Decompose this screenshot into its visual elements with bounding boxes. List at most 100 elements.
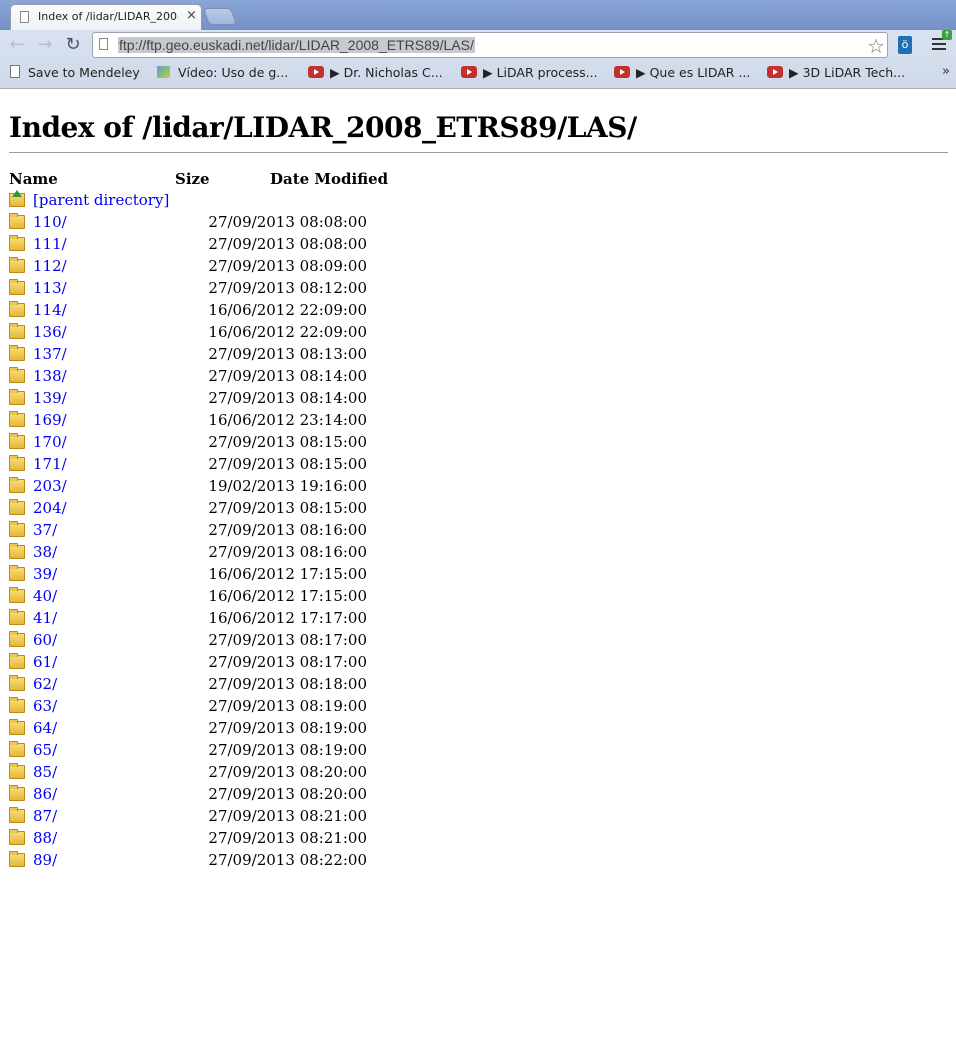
folder-link[interactable]: 38/ bbox=[33, 543, 57, 561]
date-modified: 27/09/2013 08:17:00 bbox=[208, 631, 367, 649]
tab-strip: Index of /lidar/LIDAR_2008_ETRS89/LAS/ × bbox=[0, 0, 956, 30]
page-icon bbox=[99, 38, 108, 50]
folder-link[interactable]: 114/ bbox=[33, 301, 67, 319]
date-modified: 27/09/2013 08:16:00 bbox=[208, 521, 367, 539]
toolbar: ← → ↻ ftp://ftp.geo.euskadi.net/lidar/LI… bbox=[0, 30, 956, 60]
page-content: Index of /lidar/LIDAR_2008_ETRS89/LAS/ N… bbox=[0, 89, 956, 1041]
folder-icon bbox=[9, 763, 25, 779]
listing-row: 113/27/09/2013 08:12:00 bbox=[9, 278, 369, 300]
listing-row: 204/27/09/2013 08:15:00 bbox=[9, 498, 369, 520]
forward-button[interactable]: → bbox=[34, 34, 56, 56]
folder-link[interactable]: 203/ bbox=[33, 477, 67, 495]
folder-link[interactable]: 204/ bbox=[33, 499, 67, 517]
folder-link[interactable]: 86/ bbox=[33, 785, 57, 803]
folder-link[interactable]: 139/ bbox=[33, 389, 67, 407]
bookmark-item[interactable]: ▶ Dr. Nicholas C... bbox=[308, 65, 443, 80]
date-modified: 27/09/2013 08:21:00 bbox=[208, 807, 367, 825]
folder-icon bbox=[9, 301, 25, 317]
bookmark-item[interactable]: Save to Mendeley bbox=[10, 65, 140, 80]
folder-link[interactable]: 88/ bbox=[33, 829, 57, 847]
folder-link[interactable]: 169/ bbox=[33, 411, 67, 429]
date-modified: 19/02/2013 19:16:00 bbox=[208, 477, 367, 495]
listing-row: 86/27/09/2013 08:20:00 bbox=[9, 784, 369, 806]
more-bookmarks-button[interactable]: » bbox=[942, 64, 950, 79]
folder-icon bbox=[9, 741, 25, 757]
date-modified: 16/06/2012 17:17:00 bbox=[208, 609, 367, 627]
folder-link[interactable]: 110/ bbox=[33, 213, 67, 231]
folder-icon bbox=[9, 675, 25, 691]
listing-row: 139/27/09/2013 08:14:00 bbox=[9, 388, 369, 410]
folder-link[interactable]: 60/ bbox=[33, 631, 57, 649]
back-button[interactable]: ← bbox=[6, 34, 28, 56]
folder-link[interactable]: 65/ bbox=[33, 741, 57, 759]
reload-button[interactable]: ↻ bbox=[62, 34, 84, 56]
listing-row: 112/27/09/2013 08:09:00 bbox=[9, 256, 369, 278]
folder-icon bbox=[9, 785, 25, 801]
listing-row: 85/27/09/2013 08:20:00 bbox=[9, 762, 369, 784]
folder-link[interactable]: 41/ bbox=[33, 609, 57, 627]
column-header-size: Size bbox=[175, 170, 210, 188]
folder-link[interactable]: 64/ bbox=[33, 719, 57, 737]
tab-active[interactable]: Index of /lidar/LIDAR_2008_ETRS89/LAS/ × bbox=[10, 4, 202, 30]
folder-link[interactable]: 170/ bbox=[33, 433, 67, 451]
date-modified: 16/06/2012 23:14:00 bbox=[208, 411, 367, 429]
bookmark-item[interactable]: Vídeo: Uso de g... bbox=[157, 65, 288, 80]
listing-row: 111/27/09/2013 08:08:00 bbox=[9, 234, 369, 256]
folder-link[interactable]: 137/ bbox=[33, 345, 67, 363]
folder-icon bbox=[9, 345, 25, 361]
folder-icon bbox=[9, 807, 25, 823]
date-modified: 27/09/2013 08:19:00 bbox=[208, 719, 367, 737]
bookmark-item[interactable]: ▶ 3D LiDAR Tech... bbox=[767, 65, 905, 80]
menu-icon[interactable] bbox=[932, 38, 946, 52]
page-title: Index of /lidar/LIDAR_2008_ETRS89/LAS/ bbox=[9, 111, 637, 144]
folder-link[interactable]: 39/ bbox=[33, 565, 57, 583]
folder-link[interactable]: 87/ bbox=[33, 807, 57, 825]
folder-link[interactable]: 37/ bbox=[33, 521, 57, 539]
folder-link[interactable]: 63/ bbox=[33, 697, 57, 715]
listing-row: 114/16/06/2012 22:09:00 bbox=[9, 300, 369, 322]
folder-link[interactable]: 138/ bbox=[33, 367, 67, 385]
bookmark-item[interactable]: ▶ Que es LIDAR ... bbox=[614, 65, 750, 80]
date-modified: 16/06/2012 17:15:00 bbox=[208, 565, 367, 583]
folder-link[interactable]: 89/ bbox=[33, 851, 57, 869]
folder-link[interactable]: 136/ bbox=[33, 323, 67, 341]
folder-icon bbox=[9, 565, 25, 581]
date-modified: 27/09/2013 08:17:00 bbox=[208, 653, 367, 671]
youtube-icon bbox=[461, 66, 477, 78]
folder-link[interactable]: 61/ bbox=[33, 653, 57, 671]
youtube-icon bbox=[614, 66, 630, 78]
new-tab-button[interactable] bbox=[202, 8, 238, 25]
address-bar[interactable]: ftp://ftp.geo.euskadi.net/lidar/LIDAR_20… bbox=[92, 32, 888, 58]
date-modified: 27/09/2013 08:18:00 bbox=[208, 675, 367, 693]
close-icon[interactable]: × bbox=[186, 8, 197, 23]
folder-icon bbox=[9, 609, 25, 625]
bookmark-label: ▶ LiDAR process... bbox=[483, 65, 598, 80]
listing-row: 88/27/09/2013 08:21:00 bbox=[9, 828, 369, 850]
parent-directory-link[interactable]: [parent directory] bbox=[33, 191, 169, 209]
url-text[interactable]: ftp://ftp.geo.euskadi.net/lidar/LIDAR_20… bbox=[118, 37, 475, 53]
folder-link[interactable]: 113/ bbox=[33, 279, 67, 297]
folder-link[interactable]: 171/ bbox=[33, 455, 67, 473]
date-modified: 27/09/2013 08:15:00 bbox=[208, 499, 367, 517]
bookmark-item[interactable]: ▶ LiDAR process... bbox=[461, 65, 598, 80]
folder-link[interactable]: 111/ bbox=[33, 235, 67, 253]
bookmark-star-icon[interactable]: ☆ bbox=[867, 34, 885, 58]
folder-link[interactable]: 112/ bbox=[33, 257, 67, 275]
folder-icon bbox=[9, 279, 25, 295]
folder-icon bbox=[9, 389, 25, 405]
listing-row: 40/16/06/2012 17:15:00 bbox=[9, 586, 369, 608]
listing-row: 63/27/09/2013 08:19:00 bbox=[9, 696, 369, 718]
folder-icon bbox=[9, 829, 25, 845]
date-modified: 27/09/2013 08:20:00 bbox=[208, 785, 367, 803]
folder-icon bbox=[9, 213, 25, 229]
date-modified: 27/09/2013 08:15:00 bbox=[208, 433, 367, 451]
folder-link[interactable]: 62/ bbox=[33, 675, 57, 693]
extension-icon[interactable]: ö bbox=[898, 36, 912, 54]
folder-link[interactable]: 85/ bbox=[33, 763, 57, 781]
folder-icon bbox=[9, 477, 25, 493]
listing-row: 169/16/06/2012 23:14:00 bbox=[9, 410, 369, 432]
folder-link[interactable]: 40/ bbox=[33, 587, 57, 605]
column-header-name: Name bbox=[9, 170, 58, 188]
listing-row: 110/27/09/2013 08:08:00 bbox=[9, 212, 369, 234]
date-modified: 27/09/2013 08:22:00 bbox=[208, 851, 367, 869]
